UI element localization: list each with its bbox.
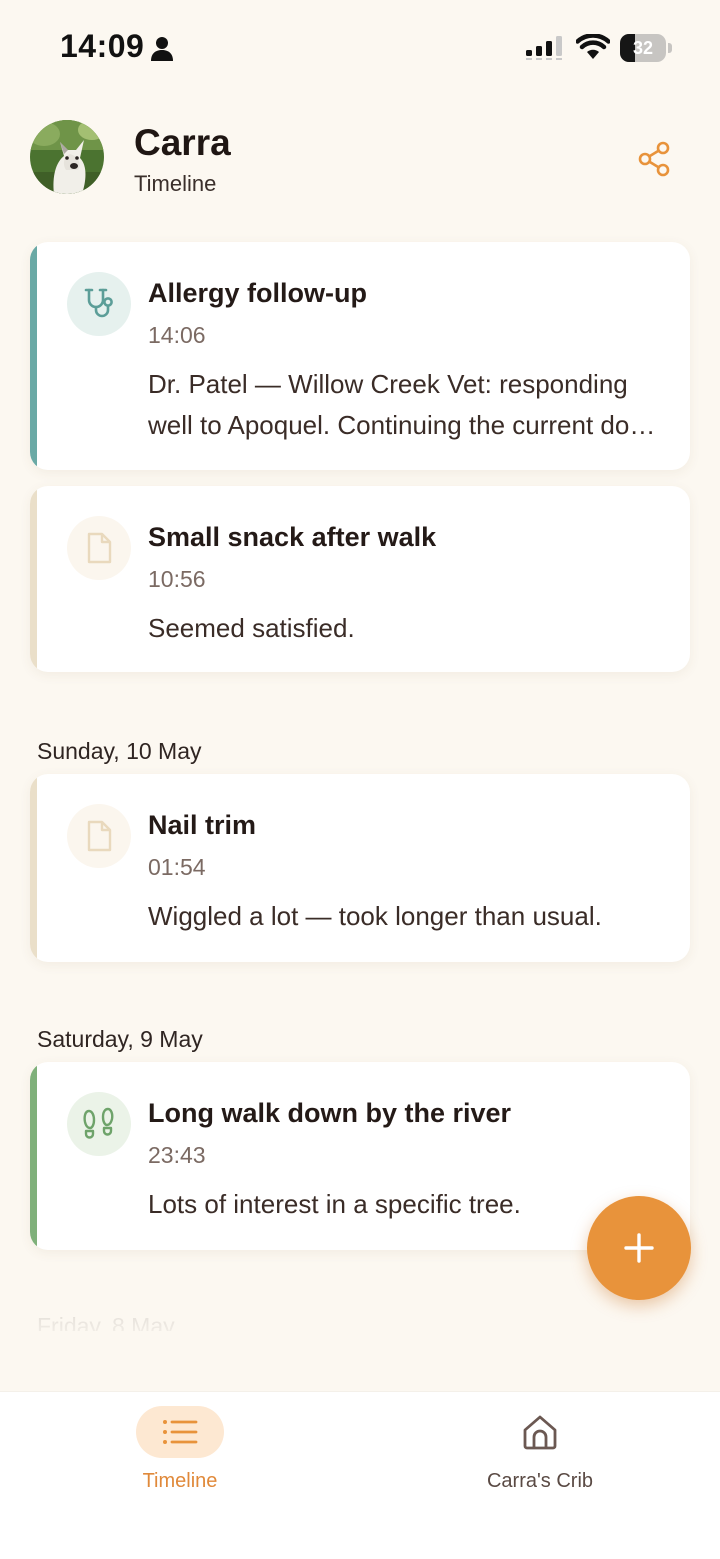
- card-accent-bar: [30, 774, 37, 962]
- dog-photo: [30, 120, 104, 194]
- cellular-signal-icon: [526, 36, 562, 60]
- nav-icon-wrapper: [496, 1406, 584, 1458]
- list-icon: [163, 1420, 198, 1444]
- nav-label-timeline: Timeline: [142, 1470, 218, 1492]
- wifi-icon: [576, 34, 610, 59]
- timeline-list[interactable]: Allergy follow-up 14:06 Dr. Patel — Will…: [0, 230, 720, 1350]
- person-icon: [151, 37, 173, 61]
- entry-time: 01:54: [148, 854, 206, 880]
- status-time: 14:09: [60, 28, 145, 64]
- battery-cap: [668, 43, 672, 53]
- day-header-sunday: Sunday, 10 May: [37, 738, 202, 764]
- timeline-entry-nail-trim[interactable]: Nail trim 01:54 Wiggled a lot — took lon…: [30, 774, 690, 962]
- entry-icon-badge: [67, 1092, 131, 1156]
- note-icon: [87, 532, 112, 564]
- entry-note: Dr. Patel — Willow Creek Vet: responding…: [148, 369, 657, 440]
- battery-body: 32: [620, 34, 666, 62]
- entry-icon-badge: [67, 804, 131, 868]
- status-bar: 14:09 32: [0, 0, 720, 96]
- timeline-entry-long-walk[interactable]: Long walk down by the river 23:43 Lots o…: [30, 1062, 690, 1250]
- entry-title: Nail trim: [148, 810, 257, 840]
- entry-title: Small snack after walk: [148, 522, 437, 552]
- share-icon: [638, 141, 670, 177]
- timeline-entry-small-snack[interactable]: Small snack after walk 10:56 Seemed sati…: [30, 486, 690, 672]
- plus-icon: [624, 1233, 654, 1263]
- nav-item-carras-crib[interactable]: Carra's Crib: [360, 1392, 720, 1512]
- entry-note: Seemed satisfied.: [148, 613, 355, 643]
- entry-title: Allergy follow-up: [148, 278, 367, 308]
- battery-indicator: 32: [620, 34, 672, 62]
- bottom-navigation: Timeline Carra's Crib: [0, 1392, 720, 1559]
- nav-item-timeline[interactable]: Timeline: [0, 1392, 360, 1512]
- home-icon: [523, 1415, 557, 1450]
- day-header-saturday: Saturday, 9 May: [37, 1026, 203, 1052]
- card-accent-bar: [30, 242, 37, 470]
- card-accent-bar: [30, 486, 37, 672]
- entry-note: Lots of interest in a specific tree.: [148, 1189, 521, 1219]
- avatar[interactable]: [30, 120, 104, 194]
- entry-icon-badge: [67, 272, 131, 336]
- battery-level-label: 32: [632, 38, 654, 58]
- card-accent-bar: [30, 1062, 37, 1250]
- entry-time: 10:56: [148, 566, 206, 592]
- nav-active-indicator: [136, 1406, 224, 1458]
- app-header: Carra Timeline: [0, 96, 720, 230]
- app-screen: 14:09 32 Carra Timeline Allergy follow-u…: [0, 0, 720, 1559]
- share-button[interactable]: [626, 134, 682, 184]
- entry-time: 23:43: [148, 1142, 206, 1168]
- nav-label-carras-crib: Carra's Crib: [486, 1470, 594, 1492]
- entry-title: Long walk down by the river: [148, 1098, 512, 1128]
- note-icon: [87, 820, 112, 852]
- footprints-icon: [83, 1107, 114, 1139]
- timeline-entry-allergy-follow-up[interactable]: Allergy follow-up 14:06 Dr. Patel — Will…: [30, 242, 690, 470]
- add-entry-button[interactable]: [587, 1196, 691, 1300]
- day-header-friday: Friday, 8 May: [37, 1313, 175, 1331]
- entry-time: 14:06: [148, 322, 206, 348]
- pet-name: Carra: [134, 122, 231, 163]
- stethoscope-icon: [84, 288, 113, 318]
- page-subtitle: Timeline: [134, 171, 217, 196]
- entry-note: Wiggled a lot — took longer than usual.: [148, 901, 602, 931]
- entry-icon-badge: [67, 516, 131, 580]
